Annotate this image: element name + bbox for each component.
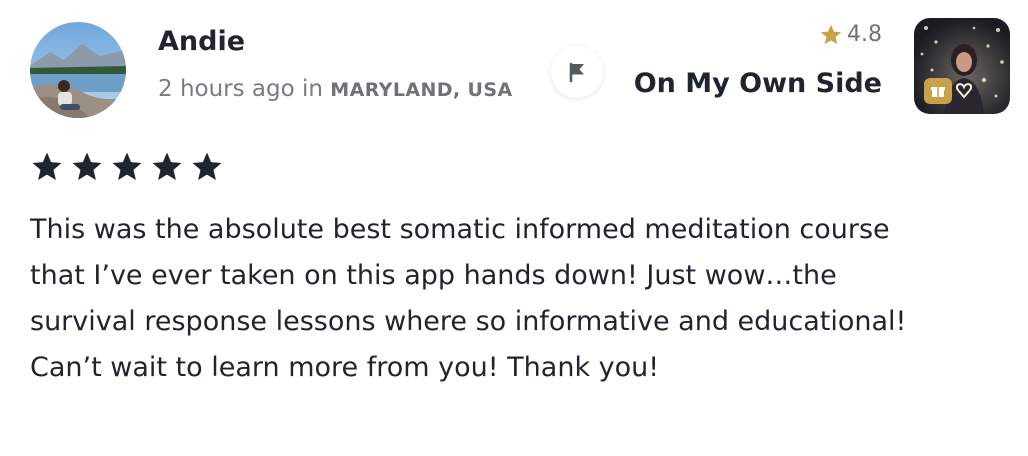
flag-icon [566,61,588,83]
star-icon [150,150,184,184]
star-icon [30,150,64,184]
star-icon [110,150,144,184]
review-time: 2 hours ago in [158,76,331,102]
avatar[interactable] [30,22,126,118]
review-card: Andie 2 hours ago in MARYLAND, USA 4.8 O… [0,0,1028,456]
star-icon [819,23,843,47]
course-title[interactable]: On My Own Side [634,68,882,99]
reviewer-location: MARYLAND, USA [330,79,513,101]
reviewer-name: Andie [158,26,246,57]
star-icon [70,150,104,184]
course-rating-value: 4.8 [847,22,882,47]
review-meta: 2 hours ago in MARYLAND, USA [158,76,513,102]
course-thumbnail[interactable] [914,18,1010,114]
report-button[interactable] [551,46,603,98]
gift-icon [924,78,952,104]
course-rating: 4.8 [806,22,882,47]
star-icon [190,150,224,184]
review-star-rating [30,150,224,184]
review-text: This was the absolute best somatic infor… [30,214,907,383]
